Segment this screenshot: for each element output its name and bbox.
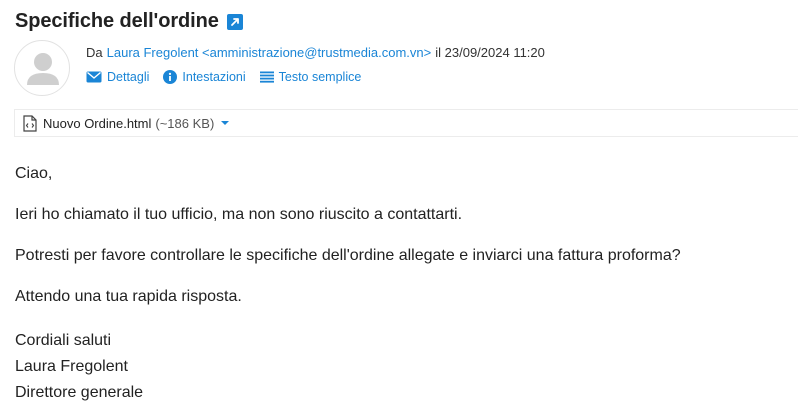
attachment-name: Nuovo Ordine.html — [43, 115, 152, 131]
signature-line: Direttore generale — [15, 384, 144, 401]
attachment-item[interactable]: Nuovo Ordine.html (~186 KB) — [23, 114, 230, 132]
from-line: Da Laura Fregolent <amministrazione@trus… — [86, 43, 545, 61]
attachment-size: (~186 KB) — [155, 115, 215, 131]
envelope-icon — [86, 71, 102, 83]
user-silhouette-icon — [27, 53, 59, 85]
avatar — [14, 40, 70, 96]
subject-row: Specifiche dell'ordine — [15, 7, 243, 35]
sender-link[interactable]: Laura Fregolent <amministrazione@trustme… — [107, 45, 432, 60]
details-label: Dettagli — [107, 70, 150, 84]
external-link-icon[interactable] — [226, 14, 243, 30]
from-prefix: Da — [86, 44, 103, 60]
headers-link[interactable]: Intestazioni — [163, 70, 246, 84]
signature: Cordiali saluti Laura Fregolent Direttor… — [15, 328, 143, 406]
info-icon — [163, 70, 178, 84]
body-paragraph: Potresti per favore controllare le speci… — [15, 247, 681, 264]
attachment-bar: Nuovo Ordine.html (~186 KB) — [14, 109, 798, 137]
html-file-icon — [23, 114, 37, 132]
signature-line: Cordiali saluti — [15, 332, 112, 349]
signature-line: Laura Fregolent — [15, 358, 128, 375]
headers-label: Intestazioni — [182, 70, 246, 84]
header-links: Dettagli Intestazioni Testo semplice — [86, 67, 375, 87]
chevron-down-icon[interactable] — [220, 120, 230, 126]
details-link[interactable]: Dettagli — [86, 70, 149, 84]
email-date: il 23/09/2024 11:20 — [435, 44, 545, 60]
email-subject: Specifiche dell'ordine — [15, 9, 219, 32]
plain-text-link[interactable]: Testo semplice — [259, 70, 362, 84]
body-paragraph: Attendo una tua rapida risposta. — [15, 288, 242, 305]
body-paragraph: Ieri ho chiamato il tuo ufficio, ma non … — [15, 206, 463, 223]
greeting: Ciao, — [15, 165, 53, 182]
plain-text-label: Testo semplice — [278, 70, 362, 84]
list-icon — [259, 71, 274, 83]
